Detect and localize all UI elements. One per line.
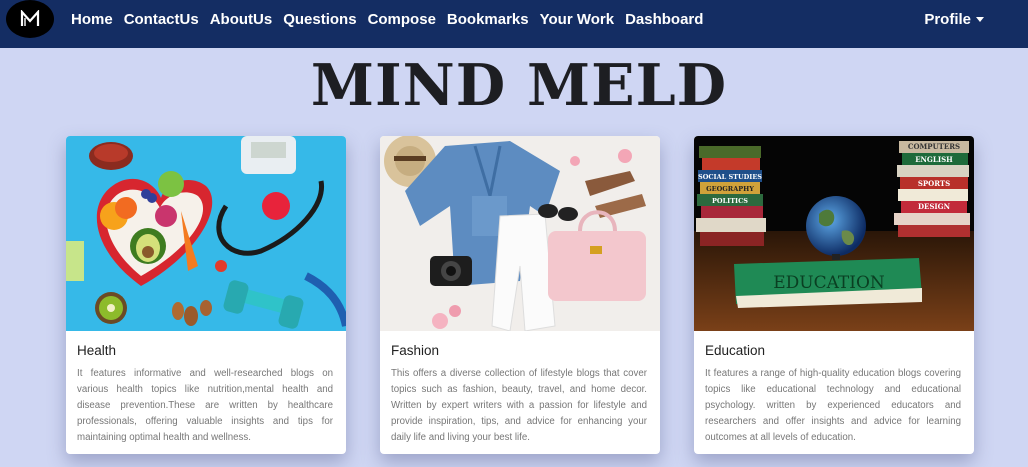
book-label: POLITICS (712, 197, 748, 205)
book-label: EDUCATION (773, 273, 885, 293)
profile-label: Profile (924, 10, 971, 28)
caret-down-icon (976, 17, 984, 22)
nav-link-questions[interactable]: Questions (283, 11, 356, 28)
site-title: MIND MELD (310, 52, 728, 119)
nav-link-home[interactable]: Home (71, 11, 113, 28)
card-title: Health (77, 343, 117, 358)
nav-link-aboutus[interactable]: AboutUs (210, 11, 273, 28)
book-label: SOCIAL STUDIES (698, 173, 762, 181)
card-title: Fashion (391, 343, 440, 358)
card-description: This offers a diverse collection of life… (391, 368, 647, 443)
nav-link-contactus[interactable]: ContactUs (124, 11, 199, 28)
health-image (66, 136, 346, 331)
nav-link-dashboard[interactable]: Dashboard (625, 11, 703, 28)
card-education[interactable]: COMPUTERS ENGLISH SPORTS SOCIAL STUDIES … (694, 136, 974, 454)
education-image: COMPUTERS ENGLISH SPORTS SOCIAL STUDIES … (694, 136, 974, 331)
card-description: It features informative and well-researc… (77, 368, 333, 443)
card-health[interactable]: Health It features informative and well-… (66, 136, 346, 454)
book-label: ENGLISH (915, 155, 953, 164)
book-label: GEOGRAPHY (706, 185, 754, 193)
nav-link-bookmarks[interactable]: Bookmarks (447, 11, 529, 28)
card-title: Education (705, 343, 766, 358)
nav-links: Home ContactUs AboutUs Questions Compose… (71, 0, 714, 38)
book-label: DESIGN (918, 202, 951, 211)
nav-link-your-work[interactable]: Your Work (540, 11, 614, 28)
top-navbar: Home ContactUs AboutUs Questions Compose… (0, 0, 1028, 48)
profile-dropdown[interactable]: Profile (924, 0, 984, 38)
logo-mark (20, 10, 40, 26)
book-label: COMPUTERS (908, 142, 960, 151)
nav-link-compose[interactable]: Compose (368, 11, 436, 28)
logo-icon[interactable] (6, 0, 54, 38)
card-fashion[interactable]: Fashion This offers a diverse collection… (380, 136, 660, 454)
card-description: It features a range of high-quality educ… (705, 368, 961, 443)
book-label: SPORTS (918, 179, 950, 188)
fashion-image (380, 136, 660, 331)
